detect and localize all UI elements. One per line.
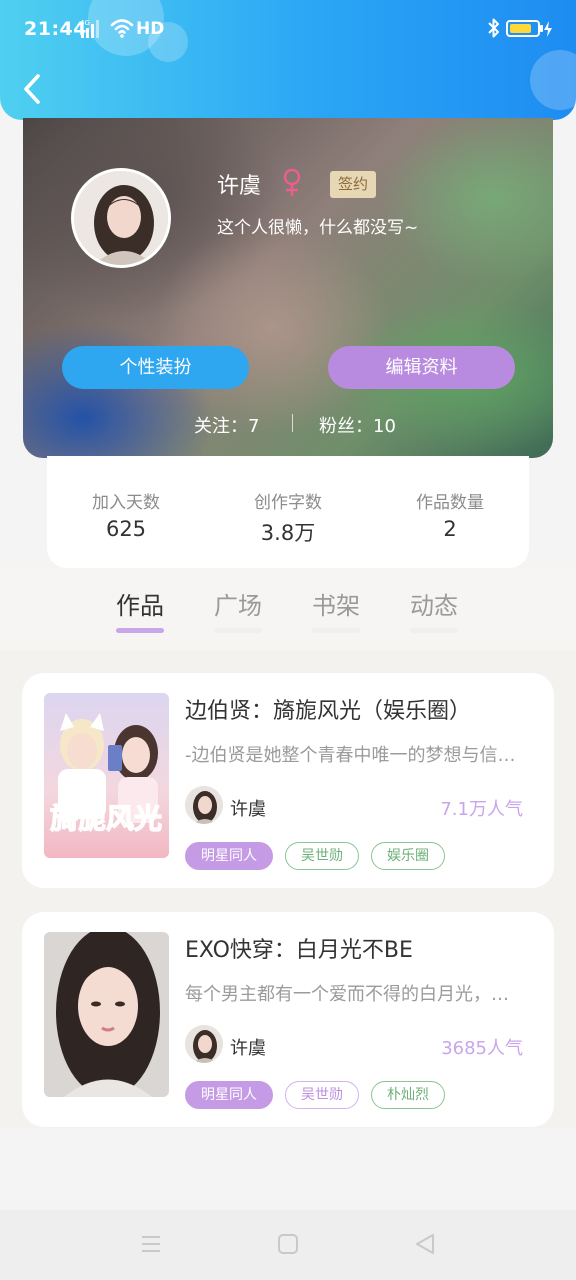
decorative-bubble [530,50,576,110]
author-avatar [185,1025,223,1063]
tab-label: 书架 [312,592,360,620]
book-title: EXO快穿：白月光不BE [185,938,413,963]
tab-bookshelf[interactable]: 书架 [306,586,366,633]
stats-card: 加入天数 625 创作字数 3.8万 作品数量 2 [47,456,529,568]
tab-label: 动态 [410,592,458,620]
works-list: 旖旎风光 边伯贤：旖旎风光（娱乐圈） -边伯贤是她整个青春中唯一的梦想与信… 许… [0,650,576,1128]
charging-icon [544,21,552,37]
female-icon [283,168,301,196]
stat-value: 3.8万 [260,521,316,545]
user-name: 许虞 [217,174,262,199]
tag[interactable]: 明星同人 [185,842,273,870]
personalize-button[interactable]: 个性装扮 [62,346,249,389]
book-description: 每个男主都有一个爱而不得的白月光，… [185,984,509,1005]
book-description: -边伯贤是她整个青春中唯一的梦想与信… [185,745,516,766]
divider [292,414,293,432]
tab-bar: 作品 广场 书架 动态 [0,568,576,650]
list-item[interactable]: EXO快穿：白月光不BE 每个男主都有一个爱而不得的白月光，… 许虞 3685人… [22,912,554,1127]
stat-join-days: 加入天数 625 [61,488,191,541]
book-title: 边伯贤：旖旎风光（娱乐圈） [185,699,472,724]
tag[interactable]: 明星同人 [185,1081,273,1109]
tab-square[interactable]: 广场 [208,586,268,633]
user-bio: 这个人很懒，什么都没写~ [217,218,419,238]
book-cover[interactable]: 旖旎风光 [44,693,169,858]
tag-list: 明星同人 吴世勋 朴灿烈 [185,1081,445,1109]
tab-label: 广场 [214,592,262,620]
tab-moments[interactable]: 动态 [404,586,464,633]
list-item[interactable]: 旖旎风光 边伯贤：旖旎风光（娱乐圈） -边伯贤是她整个青春中唯一的梦想与信… 许… [22,673,554,888]
back-triangle-icon[interactable] [413,1232,437,1256]
status-bar: 21:44 4G HD [0,0,576,56]
tab-indicator [410,628,458,633]
back-button[interactable] [18,70,50,108]
svg-text:4G: 4G [80,19,90,27]
author-name: 许虞 [230,1038,266,1059]
tag[interactable]: 娱乐圈 [371,842,445,870]
fans-count[interactable]: 粉丝：10 [319,412,396,438]
home-square-icon[interactable] [276,1232,300,1256]
status-time: 21:44 [24,18,87,40]
system-nav-bar [0,1210,576,1280]
wifi-icon [110,19,134,38]
popularity-count: 3685人气 [441,1038,523,1059]
signed-badge: 签约 [330,171,377,198]
tab-indicator [214,628,262,633]
chevron-left-icon [24,74,40,104]
author-name: 许虞 [230,799,266,820]
stat-label: 创作字数 [254,493,322,513]
book-cover[interactable] [44,932,169,1097]
tag[interactable]: 吴世勋 [285,1081,359,1109]
following-count[interactable]: 关注：7 [194,412,259,438]
network-label: HD [136,19,165,39]
tab-works[interactable]: 作品 [110,586,170,633]
tab-indicator [116,628,164,633]
menu-icon[interactable] [139,1232,163,1256]
avatar[interactable] [71,168,171,268]
popularity-count: 7.1万人气 [440,799,523,820]
stat-word-count: 创作字数 3.8万 [223,488,353,547]
stat-label: 加入天数 [92,493,160,513]
stat-value: 2 [443,517,457,541]
tab-indicator [312,628,360,633]
tag[interactable]: 朴灿烈 [371,1081,445,1109]
author-avatar [185,786,223,824]
edit-profile-button[interactable]: 编辑资料 [328,346,515,389]
stat-value: 625 [105,517,147,541]
avatar-image [74,171,168,265]
stat-label: 作品数量 [416,493,484,513]
tag-list: 明星同人 吴世勋 娱乐圈 [185,842,445,870]
profile-card: 许虞 签约 这个人很懒，什么都没写~ 个性装扮 编辑资料 关注：7 粉丝：10 [23,118,553,458]
stat-works-count: 作品数量 2 [385,488,515,541]
tab-label: 作品 [116,592,164,620]
tag[interactable]: 吴世勋 [285,842,359,870]
header-bar: 21:44 4G HD [0,0,576,120]
cover-title: 旖旎风光 [50,802,162,835]
battery-level-fill [510,24,531,33]
bluetooth-icon [488,18,499,38]
signal-icon: 4G [80,19,99,38]
battery-icon [506,20,540,37]
